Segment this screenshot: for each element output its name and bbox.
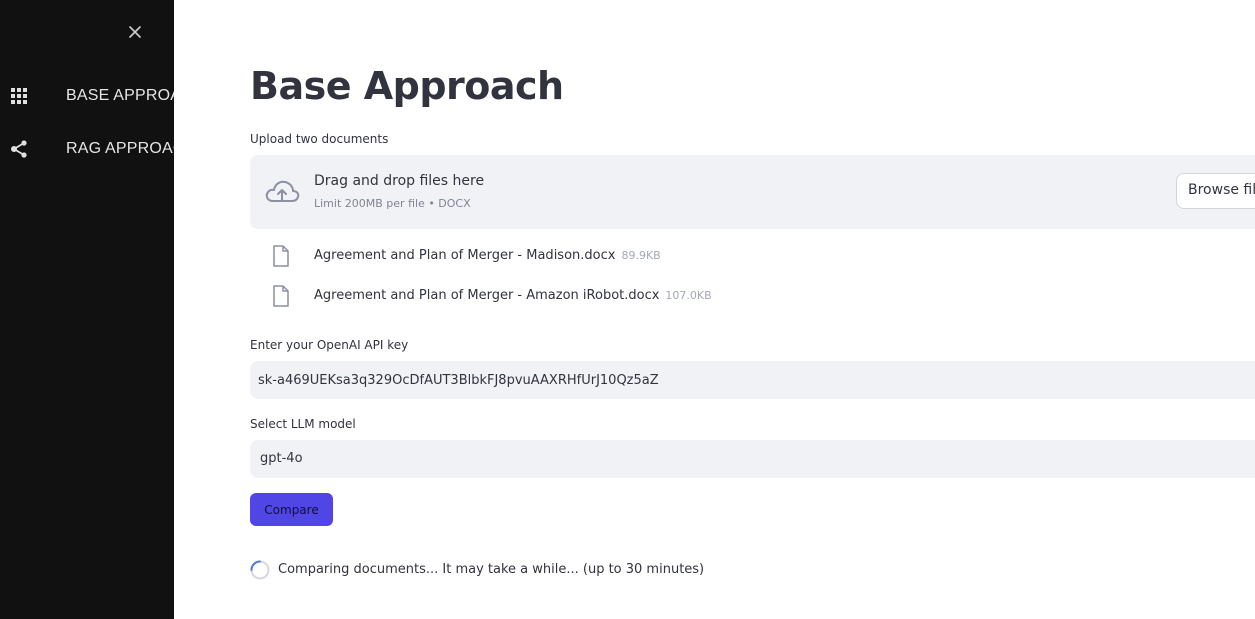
sidebar-item-label: RAG APPROACH xyxy=(66,140,174,157)
upload-label: Upload two documents xyxy=(250,132,389,146)
close-icon xyxy=(129,26,141,38)
file-size: 107.0KB xyxy=(665,289,712,302)
page-title: Base Approach xyxy=(250,64,564,108)
model-select[interactable]: gpt-4o xyxy=(250,440,1255,478)
dropzone-subtitle: Limit 200MB per file • DOCX xyxy=(314,197,471,210)
model-select-label: Select LLM model xyxy=(250,417,356,431)
main-content: Base Approach Upload two documents Drag … xyxy=(174,0,1255,619)
uploaded-file-item: Agreement and Plan of Merger - Madison.d… xyxy=(270,243,1170,271)
dropzone-title: Drag and drop files here xyxy=(314,173,485,189)
sidebar-item-base-approach[interactable]: BASE APPROACH xyxy=(0,79,174,115)
status-message: Comparing documents... It may take a whi… xyxy=(278,562,705,577)
file-name: Agreement and Plan of Merger - Madison.d… xyxy=(314,248,616,263)
api-key-input[interactable] xyxy=(250,361,1255,399)
uploaded-file-item: Agreement and Plan of Merger - Amazon iR… xyxy=(270,283,1170,311)
file-icon xyxy=(273,245,289,267)
api-key-label: Enter your OpenAI API key xyxy=(250,338,409,352)
browse-files-button[interactable]: Browse files xyxy=(1176,173,1255,209)
file-dropzone[interactable]: Drag and drop files here Limit 200MB per… xyxy=(250,155,1255,229)
compare-button[interactable]: Compare xyxy=(250,493,333,526)
close-sidebar-button[interactable] xyxy=(125,22,145,42)
cloud-upload-icon xyxy=(265,180,300,202)
sidebar: BASE APPROACH RAG APPROACH xyxy=(0,0,174,619)
share-icon xyxy=(11,140,27,158)
file-size: 89.9KB xyxy=(621,249,661,262)
grid-icon xyxy=(11,88,27,104)
model-select-value: gpt-4o xyxy=(260,451,303,466)
sidebar-item-rag-approach[interactable]: RAG APPROACH xyxy=(0,132,174,168)
loading-spinner-icon xyxy=(250,560,270,580)
file-name: Agreement and Plan of Merger - Amazon iR… xyxy=(314,288,660,303)
sidebar-item-label: BASE APPROACH xyxy=(66,87,174,104)
file-icon xyxy=(273,285,289,307)
